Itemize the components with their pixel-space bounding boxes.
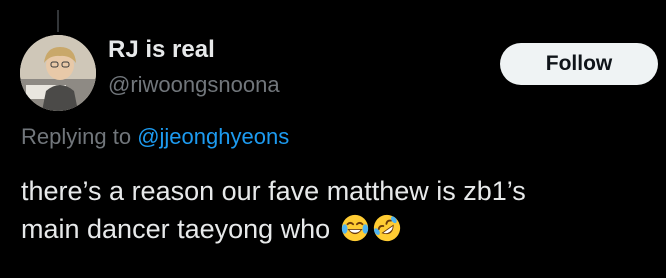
author-handle[interactable]: @riwoongsnoona [108, 72, 280, 98]
reply-context: Replying to @jjeonghyeons [21, 124, 289, 150]
rolling-on-floor-laughing-icon [372, 213, 402, 243]
thread-connector-line [57, 10, 59, 32]
reply-context-prefix: Replying to [21, 124, 132, 149]
avatar-image [20, 35, 96, 111]
reply-mention-link[interactable]: @jjeonghyeons [137, 124, 289, 149]
tweet-text-line-1: there’s a reason our fave matthew is zb1… [21, 176, 526, 206]
avatar[interactable] [20, 35, 96, 111]
follow-button[interactable]: Follow [500, 43, 658, 85]
tweet-text: there’s a reason our fave matthew is zb1… [21, 172, 651, 248]
face-with-tears-of-joy-icon [340, 213, 370, 243]
tweet-text-line-2-wrapper: main dancer taeyong who [21, 210, 651, 248]
tweet-text-line-2: main dancer taeyong who [21, 214, 331, 244]
author-display-name[interactable]: RJ is real [108, 36, 215, 64]
